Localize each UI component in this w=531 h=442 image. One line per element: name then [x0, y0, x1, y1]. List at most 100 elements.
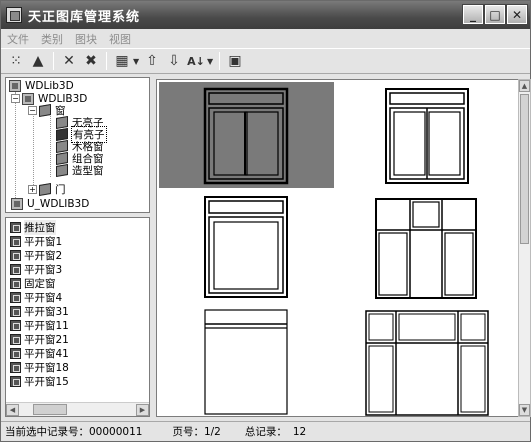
block-list[interactable]: 推拉窗 平开窗1 平开窗2 平开窗3 固定窗 平开窗4 平开窗31 平开窗11 … [5, 217, 150, 417]
list-item-label: 平开窗18 [24, 361, 69, 374]
horizontal-scrollbar[interactable]: ◀ ▶ [6, 402, 149, 416]
layout-button[interactable]: ▦ [111, 50, 133, 72]
sort-button[interactable]: A↓ [185, 50, 207, 72]
list-item[interactable]: 平开窗31 [10, 304, 69, 318]
list-item[interactable]: 推拉窗 [10, 219, 56, 235]
collapse-toggle[interactable]: − [11, 94, 20, 103]
list-item[interactable]: 平开窗4 [10, 290, 62, 304]
tree-node-shaped[interactable]: 造型窗 [56, 163, 105, 178]
toolbar-separator [53, 52, 54, 70]
tree-node-label: 造型窗 [72, 165, 104, 177]
scroll-thumb[interactable] [33, 404, 67, 415]
delete-bold-icon: ✖ [85, 53, 97, 69]
delete-button[interactable]: ✕ [58, 50, 80, 72]
record-label: 当前选中记录号： [5, 426, 89, 438]
close-button[interactable]: ✕ [506, 4, 528, 25]
sort-dropdown-button[interactable]: ▼ [207, 57, 215, 66]
preview-cell[interactable] [159, 82, 334, 188]
pyramid-icon: ▲ [32, 53, 44, 69]
category-tree[interactable]: WDLib3D − WDLIB3D − 窗 无亮子 有亮子 木格窗 组合窗 造型… [5, 77, 150, 213]
window-preview-fixed-transom [204, 196, 288, 298]
preview-cell[interactable] [338, 304, 516, 416]
list-item-label: 固定窗 [24, 277, 56, 290]
layout-dropdown-button[interactable]: ▼ [133, 57, 141, 66]
preview-cell[interactable] [338, 192, 516, 300]
toolbar-separator [106, 52, 107, 70]
list-item-label: 推拉窗 [24, 219, 56, 235]
tree-node-label: 门 [55, 184, 66, 196]
tree-node-door[interactable]: + 门 [28, 182, 67, 197]
minimize-button[interactable]: _ [462, 4, 484, 25]
list-item-label: 平开窗15 [24, 375, 69, 388]
scroll-thumb[interactable] [520, 94, 529, 244]
move-up-button[interactable]: ⇧ [141, 50, 163, 72]
list-item-label: 平开窗41 [24, 347, 69, 360]
menu-view[interactable]: 视图 [109, 31, 131, 47]
window-preview-combined [365, 310, 489, 416]
scroll-up-button[interactable]: ▲ [519, 80, 530, 92]
minimize-icon: _ [470, 7, 476, 22]
book-icon [39, 103, 51, 118]
scroll-right-button[interactable]: ▶ [136, 403, 149, 416]
collapse-toggle[interactable]: − [28, 106, 37, 115]
maximize-button[interactable]: □ [484, 4, 506, 25]
block-icon [10, 291, 21, 303]
delete-all-button[interactable]: ✖ [80, 50, 102, 72]
window-preview-grid-casement [375, 198, 477, 299]
grid-layout-icon: ▦ [115, 53, 129, 69]
arrow-up-icon: ▲ [521, 82, 528, 90]
list-item[interactable]: 平开窗2 [10, 248, 62, 262]
menu-block[interactable]: 图块 [75, 31, 97, 47]
list-item-label: 平开窗21 [24, 333, 69, 346]
block-icon [10, 333, 21, 345]
dropdown-arrow-icon: ▼ [207, 56, 214, 66]
library-icon [9, 79, 21, 92]
block-icon [10, 361, 21, 373]
tree-guide-line [15, 92, 16, 200]
page-label: 页号： [172, 426, 204, 438]
scatter-tool-button[interactable]: ⁙ [5, 50, 27, 72]
expand-toggle[interactable]: + [28, 185, 37, 194]
tree-node-label: WDLib3D [25, 79, 74, 92]
list-item[interactable]: 平开窗1 [10, 234, 62, 248]
vertical-scrollbar[interactable]: ▲ ▼ [518, 79, 531, 417]
list-item[interactable]: 平开窗3 [10, 262, 62, 276]
toolbar-separator [219, 52, 220, 70]
tree-guide-line [50, 116, 51, 177]
scroll-down-button[interactable]: ▼ [519, 404, 530, 416]
preview-cell[interactable] [338, 82, 516, 188]
book-icon [39, 182, 51, 197]
window-preview-fixed-plain [204, 309, 288, 415]
toolbar: ⁙ ▲ ✕ ✖ ▦ ▼ ⇧ ⇩ A↓ ▼ ▣ [1, 48, 530, 74]
title-bar[interactable]: 天正图库管理系统 _ □ ✕ [1, 1, 530, 29]
list-item[interactable]: 平开窗11 [10, 318, 69, 332]
window-preview-sliding-transom [203, 87, 289, 185]
window-title: 天正图库管理系统 [28, 9, 141, 25]
preview-cell[interactable] [159, 192, 334, 300]
block-icon [10, 263, 21, 275]
preview-cell[interactable] [159, 304, 334, 416]
record-value: 00000011 [89, 425, 143, 438]
pyramid-tool-button[interactable]: ▲ [27, 50, 49, 72]
scroll-left-button[interactable]: ◀ [6, 403, 19, 416]
list-item[interactable]: 平开窗18 [10, 360, 69, 374]
list-item[interactable]: 平开窗21 [10, 332, 69, 346]
menu-bar: 文件 类别 图块 视图 [1, 29, 530, 48]
list-item[interactable]: 固定窗 [10, 276, 56, 290]
exit-button[interactable]: ▣ [224, 50, 246, 72]
arrow-left-icon: ◀ [9, 405, 16, 414]
status-bar: 当前选中记录号： 00000011 页号： 1/2 总记录： 12 [1, 421, 530, 441]
list-item-label: 平开窗11 [24, 319, 69, 332]
tree-node-user-lib[interactable]: U_WDLIB3D [11, 197, 90, 210]
move-down-button[interactable]: ⇩ [163, 50, 185, 72]
close-icon: ✕ [511, 7, 523, 22]
tree-node-root[interactable]: WDLib3D [9, 79, 75, 92]
block-icon [10, 249, 21, 261]
list-item-label: 平开窗4 [24, 291, 63, 304]
list-item[interactable]: 平开窗15 [10, 374, 69, 388]
list-item[interactable]: 平开窗41 [10, 346, 69, 360]
menu-category[interactable]: 类别 [41, 31, 63, 47]
menu-file[interactable]: 文件 [7, 31, 29, 47]
exit-icon: ▣ [228, 53, 242, 69]
page-value: 1/2 [203, 425, 221, 438]
